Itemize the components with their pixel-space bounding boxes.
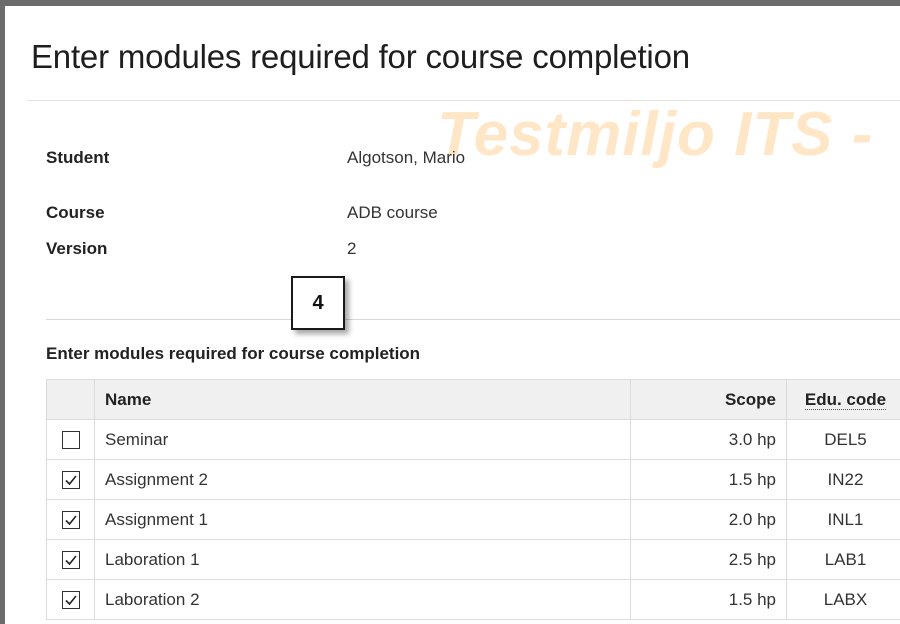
step-callout-badge: 4: [291, 276, 345, 330]
module-scope-cell: 1.5 hp: [630, 579, 787, 620]
row-select-cell: [46, 419, 95, 460]
page-frame: Enter modules required for course comple…: [0, 0, 900, 624]
module-name-cell: Assignment 2: [94, 459, 631, 500]
row-select-cell: [46, 539, 95, 580]
module-edu-code-cell: IN22: [786, 459, 900, 500]
modules-heading: Enter modules required for course comple…: [46, 344, 421, 363]
course-value: ADB course: [347, 203, 438, 222]
section-divider: [46, 319, 900, 320]
scope-column-header[interactable]: Scope: [630, 379, 787, 420]
checkbox-checked-icon[interactable]: [61, 511, 80, 530]
checkbox-checked-icon[interactable]: [61, 591, 80, 610]
row-select-cell: [46, 459, 95, 500]
table-header-row: Name Scope Edu. code: [46, 379, 900, 420]
edu-code-header-label: Edu. code: [804, 389, 887, 410]
module-name-cell: Assignment 1: [94, 499, 631, 540]
version-value: 2: [347, 239, 357, 258]
module-name-cell: Laboration 1: [94, 539, 631, 580]
student-label: Student: [46, 148, 110, 167]
version-label: Version: [46, 239, 108, 258]
table-row: Laboration 2 1.5 hp LABX: [46, 579, 900, 620]
checkbox-unchecked-icon[interactable]: [61, 431, 80, 450]
title-divider: [27, 100, 900, 101]
module-edu-code-cell: LABX: [786, 579, 900, 620]
page-title: Enter modules required for course comple…: [31, 38, 690, 75]
checkbox-checked-icon[interactable]: [61, 471, 80, 490]
row-select-cell: [46, 579, 95, 620]
modules-table: Name Scope Edu. code Seminar 3.0 hp DEL5 As…: [46, 379, 900, 620]
table-row: Laboration 1 2.5 hp LAB1: [46, 539, 900, 580]
module-scope-cell: 3.0 hp: [630, 419, 787, 460]
environment-watermark: Testmiljo ITS -: [437, 100, 874, 169]
modules-table-body: Seminar 3.0 hp DEL5 Assignment 2 1.5 hp IN22 A…: [46, 419, 900, 620]
module-edu-code-cell: INL1: [786, 499, 900, 540]
course-label: Course: [46, 203, 105, 222]
row-select-cell: [46, 499, 95, 540]
module-edu-code-cell: LAB1: [786, 539, 900, 580]
module-edu-code-cell: DEL5: [786, 419, 900, 460]
module-scope-cell: 1.5 hp: [630, 459, 787, 500]
table-row: Assignment 1 2.0 hp INL1: [46, 499, 900, 540]
module-name-cell: Laboration 2: [94, 579, 631, 620]
table-row: Seminar 3.0 hp DEL5: [46, 419, 900, 460]
name-column-header[interactable]: Name: [94, 379, 631, 420]
module-scope-cell: 2.5 hp: [630, 539, 787, 580]
module-name-cell: Seminar: [94, 419, 631, 460]
student-value: Algotson, Mario: [347, 148, 466, 167]
checkbox-checked-icon[interactable]: [61, 551, 80, 570]
table-row: Assignment 2 1.5 hp IN22: [46, 459, 900, 500]
edu-code-column-header[interactable]: Edu. code: [786, 379, 900, 420]
select-column-header: [46, 379, 95, 420]
module-scope-cell: 2.0 hp: [630, 499, 787, 540]
